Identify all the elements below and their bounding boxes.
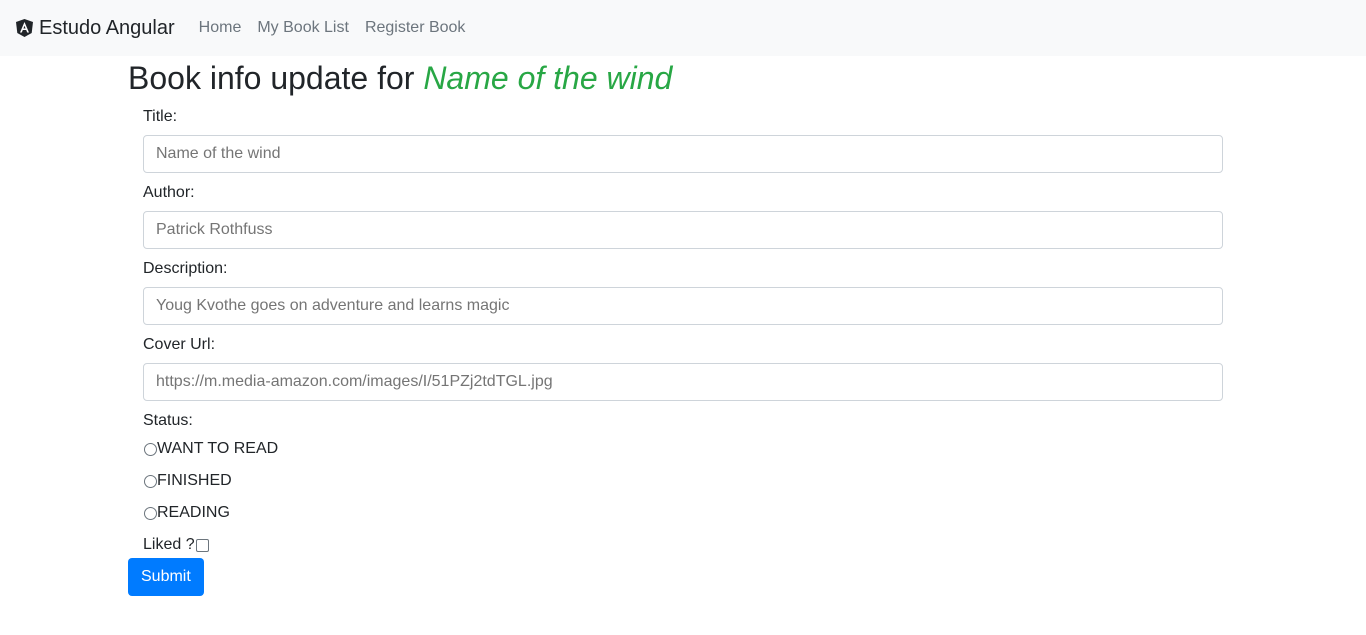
- nav-link-register-book[interactable]: Register Book: [365, 19, 466, 37]
- nav-link-home[interactable]: Home: [199, 19, 242, 37]
- radio-finished[interactable]: [144, 474, 157, 488]
- liked-checkbox[interactable]: [195, 538, 209, 552]
- submit-button[interactable]: Submit: [128, 558, 204, 596]
- brand-label: Estudo Angular: [39, 16, 175, 39]
- page-title: Book info update for Name of the wind: [128, 58, 672, 98]
- title-label: Title:: [143, 108, 178, 125]
- page-title-book-name: Name of the wind: [423, 60, 673, 96]
- author-label: Author:: [143, 184, 195, 201]
- status-label: Status:: [143, 412, 193, 429]
- author-input[interactable]: [143, 211, 1223, 249]
- nav-link-my-book-list[interactable]: My Book List: [257, 19, 349, 37]
- page-title-prefix: Book info update for: [128, 60, 424, 96]
- liked-row: Liked ?: [143, 529, 1223, 561]
- description-input[interactable]: [143, 287, 1223, 325]
- liked-label: Liked ?: [143, 536, 195, 553]
- radio-label-want-to-read: WANT TO READ: [157, 440, 279, 457]
- brand-link[interactable]: Estudo Angular: [16, 17, 175, 40]
- navbar: Estudo Angular Home My Book List Registe…: [0, 0, 1366, 56]
- radio-label-finished: FINISHED: [157, 472, 232, 489]
- status-option-want-to-read[interactable]: WANT TO READ: [143, 433, 1223, 465]
- cover-url-input[interactable]: [143, 363, 1223, 401]
- description-label: Description:: [143, 260, 228, 277]
- book-update-form: Title: Author: Description: Cover Url: S…: [143, 104, 1223, 561]
- title-input[interactable]: [143, 135, 1223, 173]
- status-option-reading[interactable]: READING: [143, 497, 1223, 529]
- radio-want-to-read[interactable]: [144, 442, 157, 456]
- cover-url-label: Cover Url:: [143, 336, 216, 353]
- radio-reading[interactable]: [144, 506, 157, 520]
- status-option-finished[interactable]: FINISHED: [143, 465, 1223, 497]
- radio-label-reading: READING: [157, 504, 230, 521]
- angular-logo-icon: [16, 19, 33, 37]
